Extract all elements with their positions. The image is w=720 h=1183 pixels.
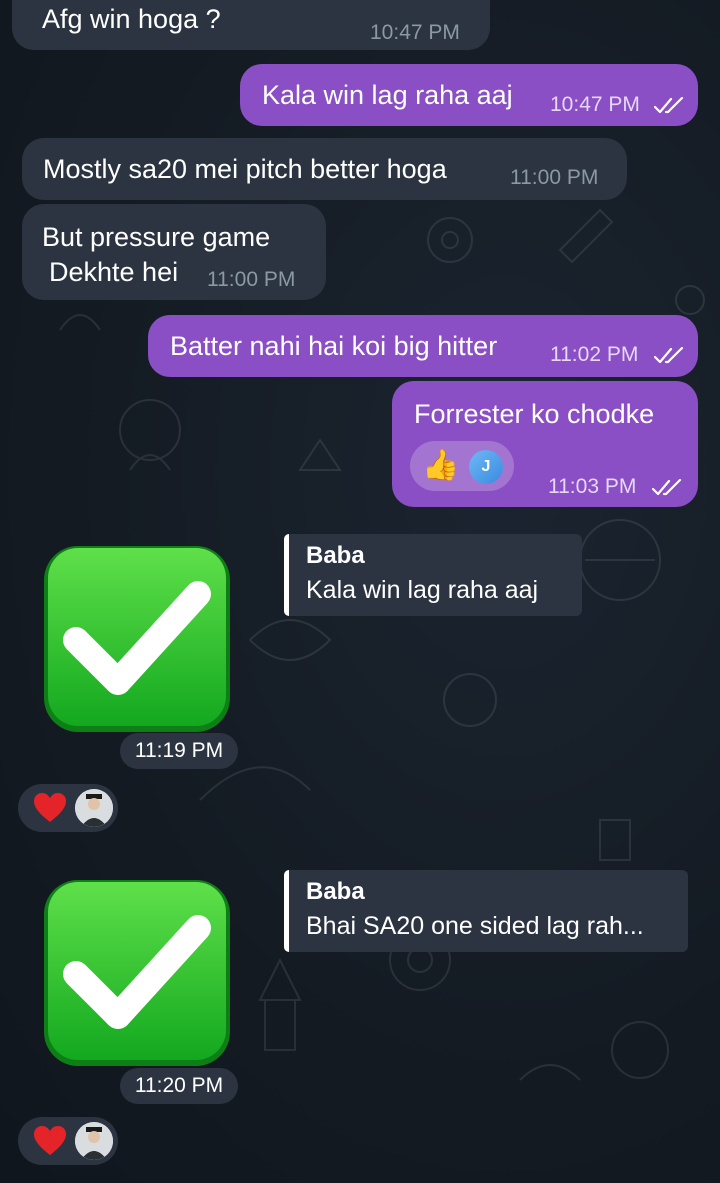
message-time: 10:47 PM: [550, 93, 640, 116]
message-bubble-incoming[interactable]: Afg win hoga ? 10:47 PM: [12, 0, 490, 50]
message-time: 11:02 PM: [550, 343, 639, 366]
sticker-time: 11:19 PM: [120, 733, 238, 769]
reaction-avatar: [75, 1122, 113, 1160]
message-text: Afg win hoga ?: [42, 4, 221, 34]
reply-bar: [284, 534, 289, 616]
reaction-pill[interactable]: [18, 1117, 118, 1165]
message-bubble-incoming[interactable]: Mostly sa20 mei pitch better hoga 11:00 …: [22, 138, 627, 200]
message-bubble-outgoing[interactable]: Kala win lag raha aaj 10:47 PM: [240, 64, 698, 126]
message-bubble-outgoing[interactable]: Forrester ko chodke 👍 J 11:03 PM: [392, 381, 698, 507]
message-time: 11:00 PM: [510, 166, 599, 189]
message-text: Batter nahi hai koi big hitter: [170, 331, 498, 361]
reply-text: Bhai SA20 one sided lag rah...: [306, 912, 644, 940]
message-time: 11:03 PM: [548, 475, 637, 498]
reaction-pill[interactable]: [18, 784, 118, 832]
double-check-icon: [654, 347, 684, 364]
message-time: 11:00 PM: [207, 268, 296, 291]
double-check-icon: [654, 97, 684, 114]
reply-preview[interactable]: Baba Bhai SA20 one sided lag rah...: [284, 870, 688, 952]
check-mark-sticker[interactable]: [42, 878, 232, 1068]
red-heart-icon: [34, 793, 66, 822]
reply-sender-name: Baba: [306, 542, 365, 569]
message-text: Mostly sa20 mei pitch better hoga: [43, 154, 447, 184]
reaction-avatar: [75, 789, 113, 827]
red-heart-icon: [34, 1126, 66, 1155]
message-text: Forrester ko chodke: [414, 399, 655, 429]
reaction-avatar: J: [469, 450, 503, 484]
sticker-time: 11:20 PM: [120, 1068, 238, 1104]
thumbs-up-icon: 👍: [422, 449, 460, 482]
reply-preview[interactable]: Baba Kala win lag raha aaj: [284, 534, 582, 616]
reply-bar: [284, 870, 289, 952]
message-text-line-1: But pressure game: [42, 222, 271, 252]
message-time: 10:47 PM: [370, 21, 460, 44]
message-bubble-outgoing[interactable]: Batter nahi hai koi big hitter 11:02 PM: [148, 315, 698, 377]
check-mark-sticker[interactable]: [42, 544, 232, 734]
reply-sender-name: Baba: [306, 878, 365, 905]
reaction-pill[interactable]: 👍 J: [410, 441, 514, 491]
double-check-icon: [652, 479, 682, 496]
message-text-line-2: Dekhte hei: [49, 257, 179, 287]
message-bubble-incoming[interactable]: But pressure game Dekhte hei 11:00 PM: [22, 204, 326, 300]
message-text: Kala win lag raha aaj: [262, 80, 513, 110]
reply-text: Kala win lag raha aaj: [306, 576, 539, 604]
